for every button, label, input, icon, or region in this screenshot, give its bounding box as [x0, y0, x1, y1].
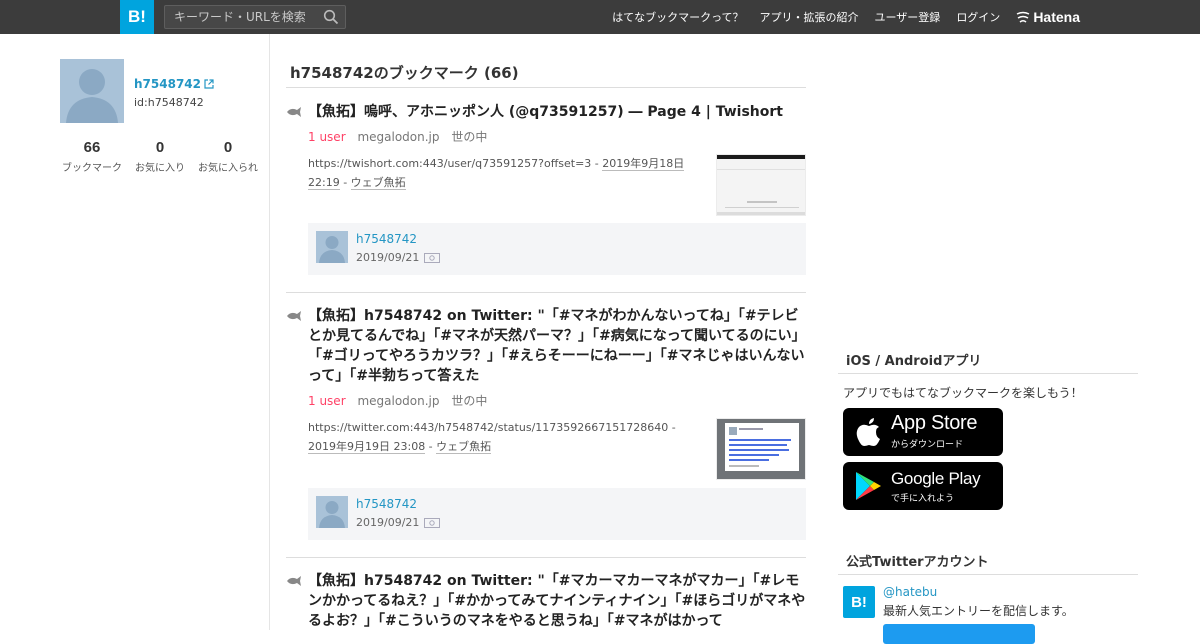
entry-title-link[interactable]: 【魚拓】h7548742 on Twitter: "「#マカーマカーマネがマカー…	[308, 571, 806, 631]
screenshot-icon[interactable]	[424, 252, 441, 263]
stat-label: お気に入られ	[198, 163, 258, 174]
twitter-heading: 公式Twitterアカウント	[846, 555, 989, 570]
nav-login[interactable]: ログイン	[956, 9, 1000, 25]
divider	[838, 373, 1138, 374]
stat-label: ブックマーク	[62, 163, 122, 174]
stat-number: 66	[83, 139, 101, 156]
google-play-title: Google Play	[891, 469, 981, 488]
apple-icon	[856, 418, 880, 446]
source-link[interactable]: ウェブ魚拓	[350, 176, 406, 190]
user-count-link[interactable]: 1 user	[308, 130, 346, 144]
search-box	[164, 5, 346, 29]
gyotaku-fish-icon	[287, 311, 301, 321]
hatebu-logo[interactable]: B!	[120, 0, 154, 34]
domain-link[interactable]: megalodon.jp	[357, 394, 439, 408]
default-user-icon	[319, 236, 345, 263]
separator: -	[339, 176, 351, 189]
category-link[interactable]: 世の中	[451, 130, 487, 144]
entry-title-link[interactable]: 【魚拓】嗚呼、アホニッポン人 (@q73591257) ― Page 4 | T…	[308, 102, 806, 122]
search-input[interactable]	[165, 6, 315, 28]
gyotaku-fish-icon	[287, 107, 301, 117]
right-sidebar: iOS / Androidアプリ アプリでもはてなブックマークを楽しもう！ Ap…	[838, 34, 1138, 644]
entry-info: https://twishort.com:443/user/q73591257?…	[308, 154, 706, 192]
entry-meta: 1 user megalodon.jp 世の中	[308, 392, 487, 409]
global-header: B! はてなブックマークって？ アプリ・拡張の紹介 ユーザー登録 ログイン Ha…	[0, 0, 1200, 34]
twitter-handle-link[interactable]: @hatebu	[883, 585, 937, 599]
thumbnail-image	[717, 155, 805, 215]
screenshot-icon[interactable]	[424, 517, 441, 528]
entry-thumbnail[interactable]	[716, 154, 806, 216]
default-user-icon	[66, 69, 118, 123]
entry-url: https://twishort.com:443/user/q73591257?…	[308, 157, 603, 170]
separator: -	[425, 440, 437, 453]
apps-heading: iOS / Androidアプリ	[846, 354, 982, 369]
stat-number: 0	[155, 139, 165, 156]
entry-meta: 1 user megalodon.jp 世の中	[308, 128, 487, 145]
app-store-title: App Store	[891, 412, 978, 434]
divider	[286, 292, 806, 293]
nav-about[interactable]: はてなブックマークって？	[612, 9, 743, 25]
bookmark-user-link[interactable]: h7548742	[356, 497, 417, 511]
apps-description: アプリでもはてなブックマークを楽しもう！	[843, 386, 1083, 400]
bookmark-date: 2019/09/21	[356, 251, 441, 264]
nav-signup[interactable]: ユーザー登録	[875, 9, 941, 25]
avatar[interactable]	[316, 496, 348, 528]
hatena-logo[interactable]: Hatena	[1016, 9, 1080, 25]
entry-date-link[interactable]: 2019年9月19日 23:08	[308, 440, 426, 454]
profile-name-link[interactable]: h7548742	[134, 77, 214, 91]
google-play-icon	[856, 472, 881, 500]
entry-info: https://twitter.com:443/h7548742/status/…	[308, 418, 706, 456]
profile-panel: h7548742 id:h7548742 66 ブックマーク 0 お気に入り 0…	[0, 34, 270, 630]
profile-name: h7548742	[134, 77, 201, 91]
twitter-follow-button[interactable]	[883, 624, 1035, 644]
stat-bookmarks[interactable]: 66 ブックマーク	[60, 139, 124, 174]
avatar[interactable]	[316, 231, 348, 263]
profile-stats: 66 ブックマーク 0 お気に入り 0 お気に入られ	[60, 139, 270, 174]
app-store-button[interactable]: App Store からダウンロード	[843, 408, 1003, 456]
divider	[286, 557, 806, 558]
avatar[interactable]	[60, 59, 124, 123]
bookmark-date: 2019/09/21	[356, 516, 441, 529]
thumbnail-image	[717, 419, 805, 479]
stat-label: お気に入り	[135, 163, 185, 174]
profile-id: id:h7548742	[134, 96, 204, 109]
external-link-icon	[204, 79, 214, 89]
gyotaku-fish-icon	[287, 576, 301, 586]
stat-favorited[interactable]: 0 お気に入られ	[196, 139, 260, 174]
stat-favorites[interactable]: 0 お気に入り	[134, 139, 186, 174]
header-nav: はてなブックマークって？ アプリ・拡張の紹介 ユーザー登録 ログイン Haten…	[612, 0, 1080, 34]
divider	[838, 574, 1138, 575]
twitter-description: 最新人気エントリーを配信します。	[883, 604, 1074, 618]
bookmark-user-box: h7548742 2019/09/21	[308, 223, 806, 275]
bookmark-user-link[interactable]: h7548742	[356, 232, 417, 246]
entry-title-link[interactable]: 【魚拓】h7548742 on Twitter: "「#マネがわかんないってね」…	[308, 306, 806, 386]
search-icon[interactable]	[323, 9, 339, 25]
nav-apps[interactable]: アプリ・拡張の紹介	[760, 9, 859, 25]
google-play-subtitle: で手に入れよう	[891, 494, 955, 504]
stat-number: 0	[223, 139, 233, 156]
hatena-brand: Hatena	[1033, 9, 1080, 25]
hatebu-twitter-avatar[interactable]: B!	[843, 586, 875, 618]
category-link[interactable]: 世の中	[451, 394, 487, 408]
source-link[interactable]: ウェブ魚拓	[436, 440, 492, 454]
entry-thumbnail[interactable]	[716, 418, 806, 480]
domain-link[interactable]: megalodon.jp	[357, 130, 439, 144]
default-user-icon	[319, 501, 345, 528]
page-title: h7548742のブックマーク (66)	[290, 64, 519, 82]
bookmark-date-text: 2019/09/21	[356, 516, 420, 529]
google-play-button[interactable]: Google Play で手に入れよう	[843, 462, 1003, 510]
bookmark-user-box: h7548742 2019/09/21	[308, 488, 806, 540]
entry-url: https://twitter.com:443/h7548742/status/…	[308, 421, 676, 434]
hatena-mark-icon	[1016, 11, 1030, 23]
user-count-link[interactable]: 1 user	[308, 394, 346, 408]
divider	[286, 87, 806, 88]
bookmark-list: h7548742のブックマーク (66) 【魚拓】嗚呼、アホニッポン人 (@q7…	[286, 34, 806, 630]
bookmark-date-text: 2019/09/21	[356, 251, 420, 264]
app-store-subtitle: からダウンロード	[891, 440, 964, 450]
